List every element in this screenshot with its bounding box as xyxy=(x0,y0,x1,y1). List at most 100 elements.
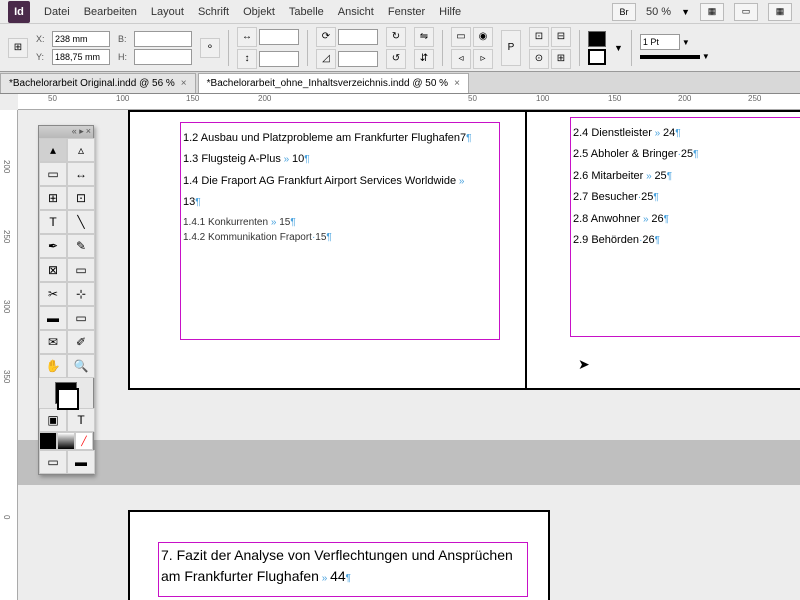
text-frame-left[interactable]: 1.2 Ausbau und Platzprobleme am Frankfur… xyxy=(180,122,500,340)
pencil-tool-icon[interactable]: ✎ xyxy=(67,234,95,258)
screen-mode-icon[interactable]: ▭ xyxy=(734,3,758,21)
page-spread-1[interactable]: 1.2 Ausbau und Platzprobleme am Frankfur… xyxy=(128,110,800,390)
shear-icon[interactable]: ◿ xyxy=(316,49,336,69)
eyedropper-tool-icon[interactable]: ✐ xyxy=(67,330,95,354)
zoom-tool-icon[interactable]: 🔍 xyxy=(67,354,95,378)
menu-bar: Id Datei Bearbeiten Layout Schrift Objek… xyxy=(0,0,800,24)
select-container-icon[interactable]: ▭ xyxy=(451,27,471,47)
rectangle-tool-icon[interactable]: ▭ xyxy=(67,258,95,282)
fill-swatch[interactable] xyxy=(588,31,606,47)
type-tool-icon[interactable]: T xyxy=(39,210,67,234)
menu-ansicht[interactable]: Ansicht xyxy=(338,6,374,18)
x-label: X: xyxy=(36,34,50,44)
shear-input[interactable] xyxy=(338,51,378,67)
apply-gradient-icon[interactable] xyxy=(57,432,75,450)
apply-color-icon[interactable] xyxy=(39,432,57,450)
select-next-icon[interactable]: ▹ xyxy=(473,49,493,69)
h-label: H: xyxy=(118,52,132,62)
content-place-icon[interactable]: ⊡ xyxy=(67,186,95,210)
direct-selection-tool-icon[interactable]: ▵ xyxy=(67,138,95,162)
h-input[interactable] xyxy=(134,49,192,65)
menu-layout[interactable]: Layout xyxy=(151,6,184,18)
menu-tabelle[interactable]: Tabelle xyxy=(289,6,324,18)
fit-proportional-icon[interactable]: ⊞ xyxy=(551,49,571,69)
text-frame-2[interactable]: 7. Fazit der Analyse von Verflechtungen … xyxy=(158,542,528,597)
page-tool-icon[interactable]: ▭ xyxy=(39,162,67,186)
y-label: Y: xyxy=(36,52,50,62)
rotate-icon[interactable]: ⟳ xyxy=(316,27,336,47)
menu-fenster[interactable]: Fenster xyxy=(388,6,425,18)
constrain-icon[interactable]: ⚬ xyxy=(200,38,220,58)
center-content-icon[interactable]: ⊙ xyxy=(529,49,549,69)
collapse-icon[interactable]: « ▸ xyxy=(72,126,84,138)
menu-schrift[interactable]: Schrift xyxy=(198,6,229,18)
normal-view-icon[interactable]: ▭ xyxy=(39,450,67,474)
arrange-icon[interactable]: ▦ xyxy=(768,3,792,21)
apply-none-icon[interactable]: ╱ xyxy=(75,432,93,450)
formatting-text-icon[interactable]: T xyxy=(67,408,95,432)
hand-tool-icon[interactable]: ✋ xyxy=(39,354,67,378)
spine xyxy=(525,112,527,388)
text-frame-right[interactable]: 2.4 Dienstleister » 24¶ 2.5 Abholer & Br… xyxy=(570,117,800,337)
menu-objekt[interactable]: Objekt xyxy=(243,6,275,18)
rotate-input[interactable] xyxy=(338,29,378,45)
menu-hilfe[interactable]: Hilfe xyxy=(439,6,461,18)
line-tool-icon[interactable]: ╲ xyxy=(67,210,95,234)
close-icon[interactable]: × xyxy=(454,78,460,89)
gradient-feather-tool-icon[interactable]: ▭ xyxy=(67,306,95,330)
select-prev-icon[interactable]: ◃ xyxy=(451,49,471,69)
rectangle-frame-tool-icon[interactable]: ⊠ xyxy=(39,258,67,282)
w-input[interactable] xyxy=(134,31,192,47)
free-transform-tool-icon[interactable]: ⊹ xyxy=(67,282,95,306)
flip-v-icon[interactable]: ⇵ xyxy=(414,49,434,69)
scale-y-icon[interactable]: ↕ xyxy=(237,49,257,69)
fit-frame-icon[interactable]: ⊟ xyxy=(551,27,571,47)
pen-tool-icon[interactable]: ✒ xyxy=(39,234,67,258)
control-bar: ⊞ X: Y: B: H: ⚬ ↔ ↕ ⟳ ◿ ↻ ↺ ⇋ ⇵ xyxy=(0,24,800,72)
fit-content-icon[interactable]: ⊡ xyxy=(529,27,549,47)
stroke-swatch[interactable] xyxy=(588,49,606,65)
formatting-container-icon[interactable]: ▣ xyxy=(39,408,67,432)
stroke-color-icon[interactable] xyxy=(57,388,79,410)
menu-datei[interactable]: Datei xyxy=(44,6,70,18)
rotate-90-cw-icon[interactable]: ↻ xyxy=(386,27,406,47)
y-input[interactable] xyxy=(52,49,110,65)
note-tool-icon[interactable]: ✉ xyxy=(39,330,67,354)
content-tool-icon[interactable]: ⊞ xyxy=(39,186,67,210)
scale-y-input[interactable] xyxy=(259,51,299,67)
x-input[interactable] xyxy=(52,31,110,47)
menu-bearbeiten[interactable]: Bearbeiten xyxy=(84,6,137,18)
tab-label: *Bachelorarbeit_ohne_Inhaltsverzeichnis.… xyxy=(207,78,448,89)
close-icon[interactable]: × xyxy=(86,126,91,138)
scale-x-icon[interactable]: ↔ xyxy=(237,27,257,47)
tool-panel[interactable]: « ▸ × ▴ ▵ ▭ ↔ ⊞ ⊡ T ╲ ✒ ✎ ⊠ ▭ ✂ ⊹ ▬ ▭ ✉ … xyxy=(38,125,94,475)
rotate-90-ccw-icon[interactable]: ↺ xyxy=(386,49,406,69)
stroke-weight-input[interactable] xyxy=(640,34,680,50)
close-icon[interactable]: × xyxy=(181,78,187,89)
zoom-level[interactable]: 50 % xyxy=(646,6,671,18)
pasteboard-gap xyxy=(18,440,800,485)
selection-tool-icon[interactable]: ▴ xyxy=(39,138,67,162)
preview-mode-icon[interactable]: ▬ xyxy=(67,450,95,474)
document-canvas[interactable]: 1.2 Ausbau und Platzprobleme am Frankfur… xyxy=(18,110,800,600)
view-options-icon[interactable]: ▦ xyxy=(700,3,724,21)
horizontal-ruler: 50 100 150 200 50 100 150 200 250 xyxy=(18,94,800,110)
page-spread-2[interactable]: 7. Fazit der Analyse von Verflechtungen … xyxy=(128,510,550,600)
panel-header[interactable]: « ▸ × xyxy=(39,126,93,138)
scale-x-input[interactable] xyxy=(259,29,299,45)
flip-h-icon[interactable]: ⇋ xyxy=(414,27,434,47)
document-tab-2[interactable]: *Bachelorarbeit_ohne_Inhaltsverzeichnis.… xyxy=(198,73,469,93)
fill-stroke-proxy[interactable] xyxy=(39,378,93,408)
gap-tool-icon[interactable]: ↔ xyxy=(67,162,95,186)
reference-point-icon[interactable]: ⊞ xyxy=(8,38,28,58)
vertical-ruler: 200 250 300 350 0 xyxy=(0,110,18,600)
text-tool-icon[interactable]: P xyxy=(501,30,521,66)
bridge-button[interactable]: Br xyxy=(612,3,636,21)
tab-label: *Bachelorarbeit Original.indd @ 56 % xyxy=(9,78,175,89)
gradient-swatch-tool-icon[interactable]: ▬ xyxy=(39,306,67,330)
document-tab-1[interactable]: *Bachelorarbeit Original.indd @ 56 % × xyxy=(0,73,196,93)
scissors-tool-icon[interactable]: ✂ xyxy=(39,282,67,306)
select-content-icon[interactable]: ◉ xyxy=(473,27,493,47)
app-logo: Id xyxy=(8,1,30,23)
stroke-style[interactable] xyxy=(640,55,700,59)
